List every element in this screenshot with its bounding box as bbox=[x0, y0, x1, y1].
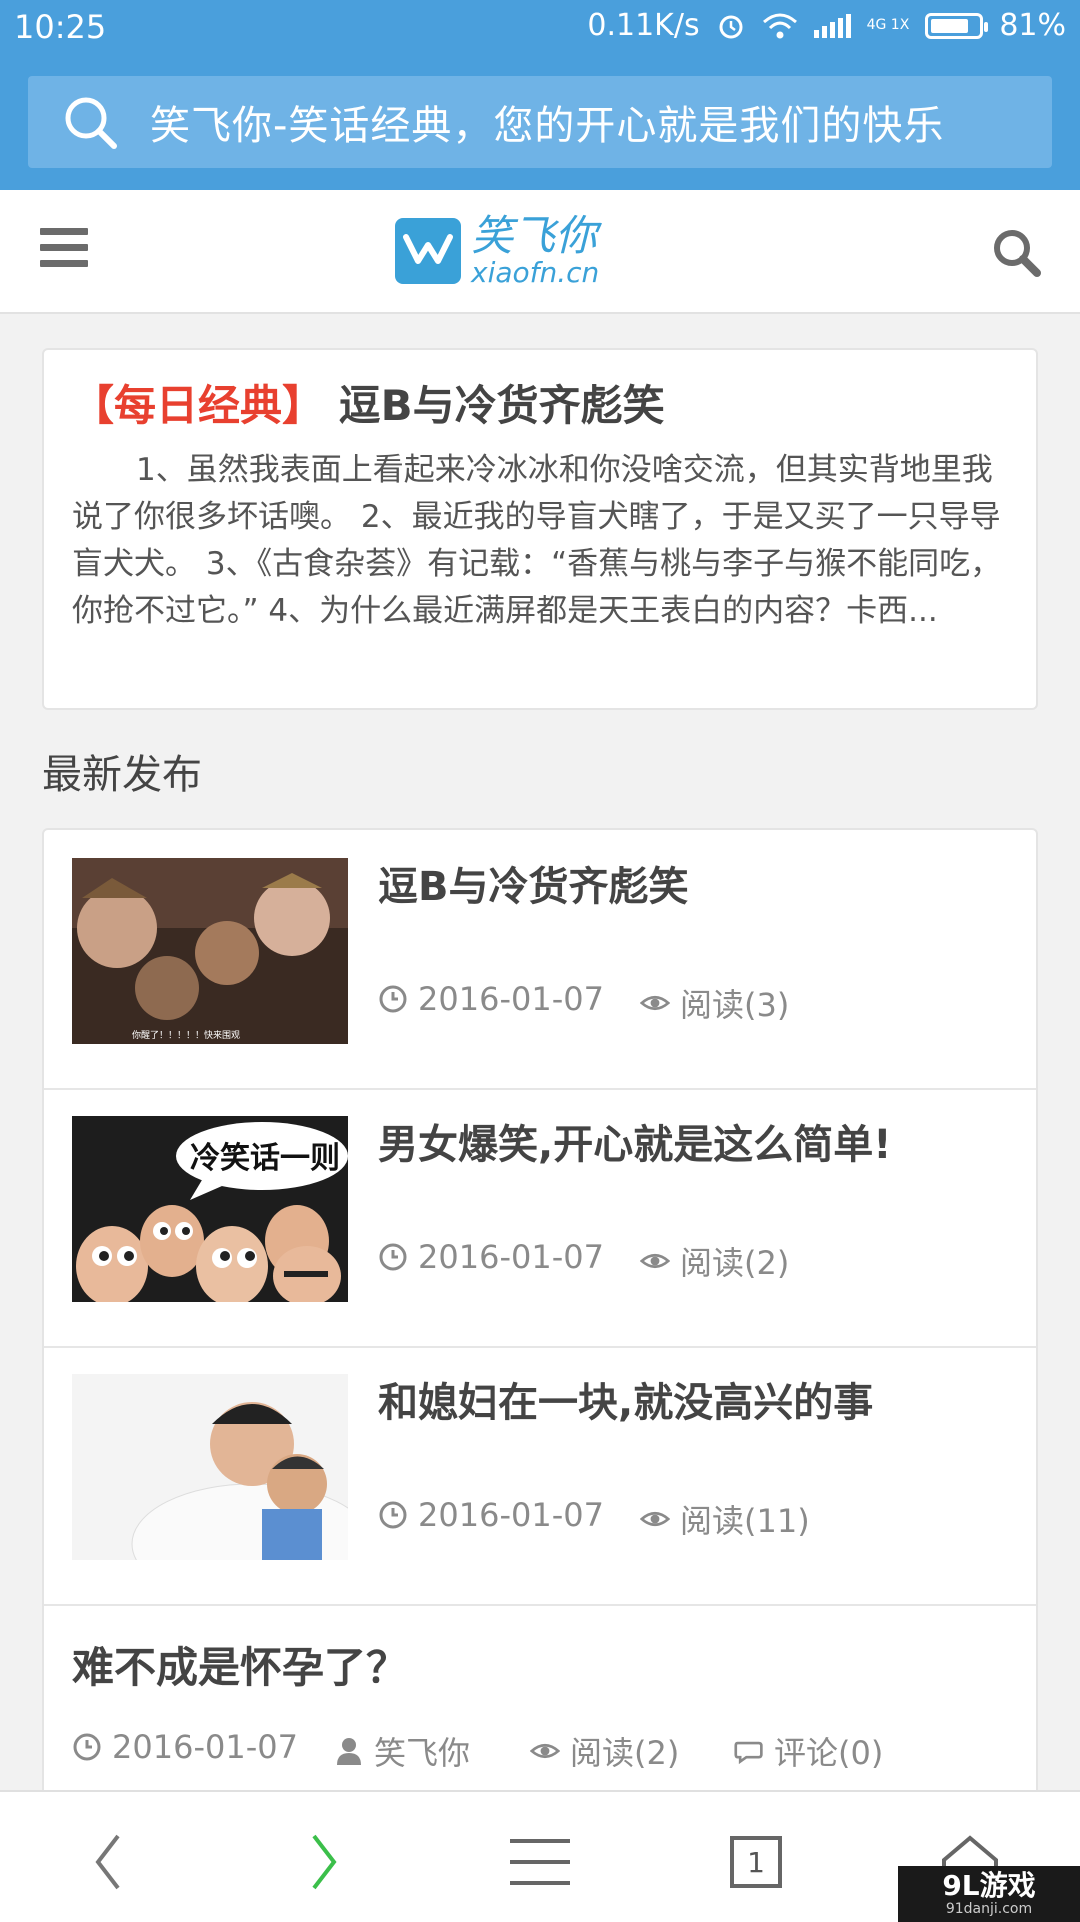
article-views: 阅读(11) bbox=[640, 1496, 810, 1542]
watermark-url: 91danji.com bbox=[945, 1901, 1033, 1917]
network-speed: 0.11K/s bbox=[587, 8, 700, 43]
watermark-title: 9L游戏 bbox=[942, 1869, 1036, 1902]
hamburger-menu-icon[interactable] bbox=[40, 228, 88, 268]
featured-title-line: 【每日经典】 逗B与冷货齐彪笑 bbox=[72, 372, 1008, 433]
logo-text-cn: 笑飞你 bbox=[471, 211, 598, 260]
article-date: 2016-01-07 bbox=[378, 1238, 604, 1276]
featured-card[interactable]: 【每日经典】 逗B与冷货齐彪笑 1、虽然我表面上看起来冷冰冰和你没啥交流，但其实… bbox=[42, 348, 1038, 710]
article-comments: 评论(0) bbox=[734, 1728, 883, 1774]
status-bar: 10:25 0.11K/s 4G 1X 81% bbox=[0, 0, 1080, 60]
featured-excerpt: 1、虽然我表面上看起来冷冰冰和你没啥交流，但其实背地里我说了你很多坏话噢。 2、… bbox=[72, 452, 1002, 629]
article-date: 2016-01-07 bbox=[378, 980, 604, 1018]
user-icon bbox=[337, 1738, 361, 1765]
logo-text-en: xiaofn.cn bbox=[471, 256, 600, 289]
list-item[interactable]: 和媳妇在一块,就没高兴的事 2016-01-07 阅读(11) bbox=[44, 1346, 1036, 1606]
status-right: 0.11K/s 4G 1X 81% bbox=[587, 8, 1066, 43]
browser-bar: 笑飞你-笑话经典，您的开心就是我们的快乐 bbox=[0, 60, 1080, 190]
eye-icon bbox=[640, 995, 670, 1011]
status-time: 10:25 bbox=[14, 8, 107, 46]
forward-button[interactable] bbox=[284, 1822, 364, 1902]
section-title: 最新发布 bbox=[42, 752, 202, 798]
chevron-right-icon bbox=[312, 1834, 337, 1890]
alarm-icon bbox=[719, 15, 743, 38]
browser-bottom-nav: 1 9L游戏 91danji.com bbox=[0, 1790, 1080, 1922]
article-thumbnail[interactable] bbox=[72, 1374, 348, 1560]
list-item[interactable]: 冷笑话一则 男女爆笑,开心就是这么简单! 2016-01-07 阅读(2) bbox=[44, 1088, 1036, 1348]
network-type: 4G 1X bbox=[866, 17, 910, 33]
article-date: 2016-01-07 bbox=[378, 1496, 604, 1534]
browser-search-box[interactable]: 笑飞你-笑话经典，您的开心就是我们的快乐 bbox=[28, 76, 1052, 168]
logo-mark-icon bbox=[395, 218, 461, 284]
comment-icon bbox=[734, 1741, 763, 1765]
clock-icon bbox=[73, 1733, 101, 1761]
article-views: 阅读(2) bbox=[640, 1238, 789, 1284]
article-thumbnail[interactable]: 冷笑话一则 bbox=[72, 1116, 348, 1302]
article-list: 你醒了！！！！！快来围观 逗B与冷货齐彪笑 2016-01-07 阅读(3) 冷… bbox=[42, 828, 1038, 1828]
back-button[interactable] bbox=[68, 1822, 148, 1902]
article-author: 笑飞你 bbox=[334, 1728, 470, 1774]
thumb-caption: 你醒了！！！！！快来围观 bbox=[132, 1029, 240, 1041]
thumb-caption: 冷笑话一则 bbox=[190, 1141, 340, 1176]
menu-button[interactable] bbox=[500, 1822, 580, 1902]
battery-icon bbox=[925, 12, 989, 39]
tabs-button[interactable]: 1 bbox=[716, 1822, 796, 1902]
article-views: 阅读(3) bbox=[640, 980, 789, 1026]
article-title[interactable]: 难不成是怀孕了？ bbox=[72, 1634, 408, 1695]
featured-title[interactable]: 逗B与冷货齐彪笑 bbox=[339, 381, 665, 430]
site-logo[interactable]: 笑飞你 xiaofn.cn bbox=[395, 211, 600, 289]
site-header: 笑飞你 xiaofn.cn bbox=[0, 190, 1080, 314]
clock-icon bbox=[379, 985, 407, 1013]
list-item[interactable]: 你醒了！！！！！快来围观 逗B与冷货齐彪笑 2016-01-07 阅读(3) bbox=[44, 830, 1036, 1090]
article-thumbnail[interactable]: 你醒了！！！！！快来围观 bbox=[72, 858, 348, 1044]
signal-icon bbox=[813, 13, 851, 38]
eye-icon bbox=[640, 1253, 670, 1269]
article-date: 2016-01-07 bbox=[72, 1728, 298, 1766]
clock-icon bbox=[379, 1501, 407, 1529]
browser-search-text: 笑飞你-笑话经典，您的开心就是我们的快乐 bbox=[150, 103, 945, 149]
search-icon[interactable] bbox=[990, 226, 1042, 278]
eye-icon bbox=[640, 1511, 670, 1527]
article-title[interactable]: 逗B与冷货齐彪笑 bbox=[378, 854, 689, 912]
menu-icon bbox=[510, 1839, 570, 1885]
tab-count: 1 bbox=[730, 1836, 782, 1888]
watermark-logo: 9L游戏 91danji.com bbox=[898, 1866, 1080, 1922]
article-views: 阅读(2) bbox=[530, 1728, 679, 1774]
clock-icon bbox=[379, 1243, 407, 1271]
article-title[interactable]: 和媳妇在一块,就没高兴的事 bbox=[378, 1370, 873, 1428]
battery-percent: 81% bbox=[999, 8, 1066, 43]
eye-icon bbox=[530, 1743, 560, 1759]
article-title[interactable]: 男女爆笑,开心就是这么简单! bbox=[378, 1112, 891, 1170]
featured-tag: 【每日经典】 bbox=[72, 381, 325, 430]
search-icon bbox=[65, 97, 117, 149]
chevron-left-icon bbox=[95, 1834, 120, 1890]
wifi-icon bbox=[762, 13, 797, 38]
